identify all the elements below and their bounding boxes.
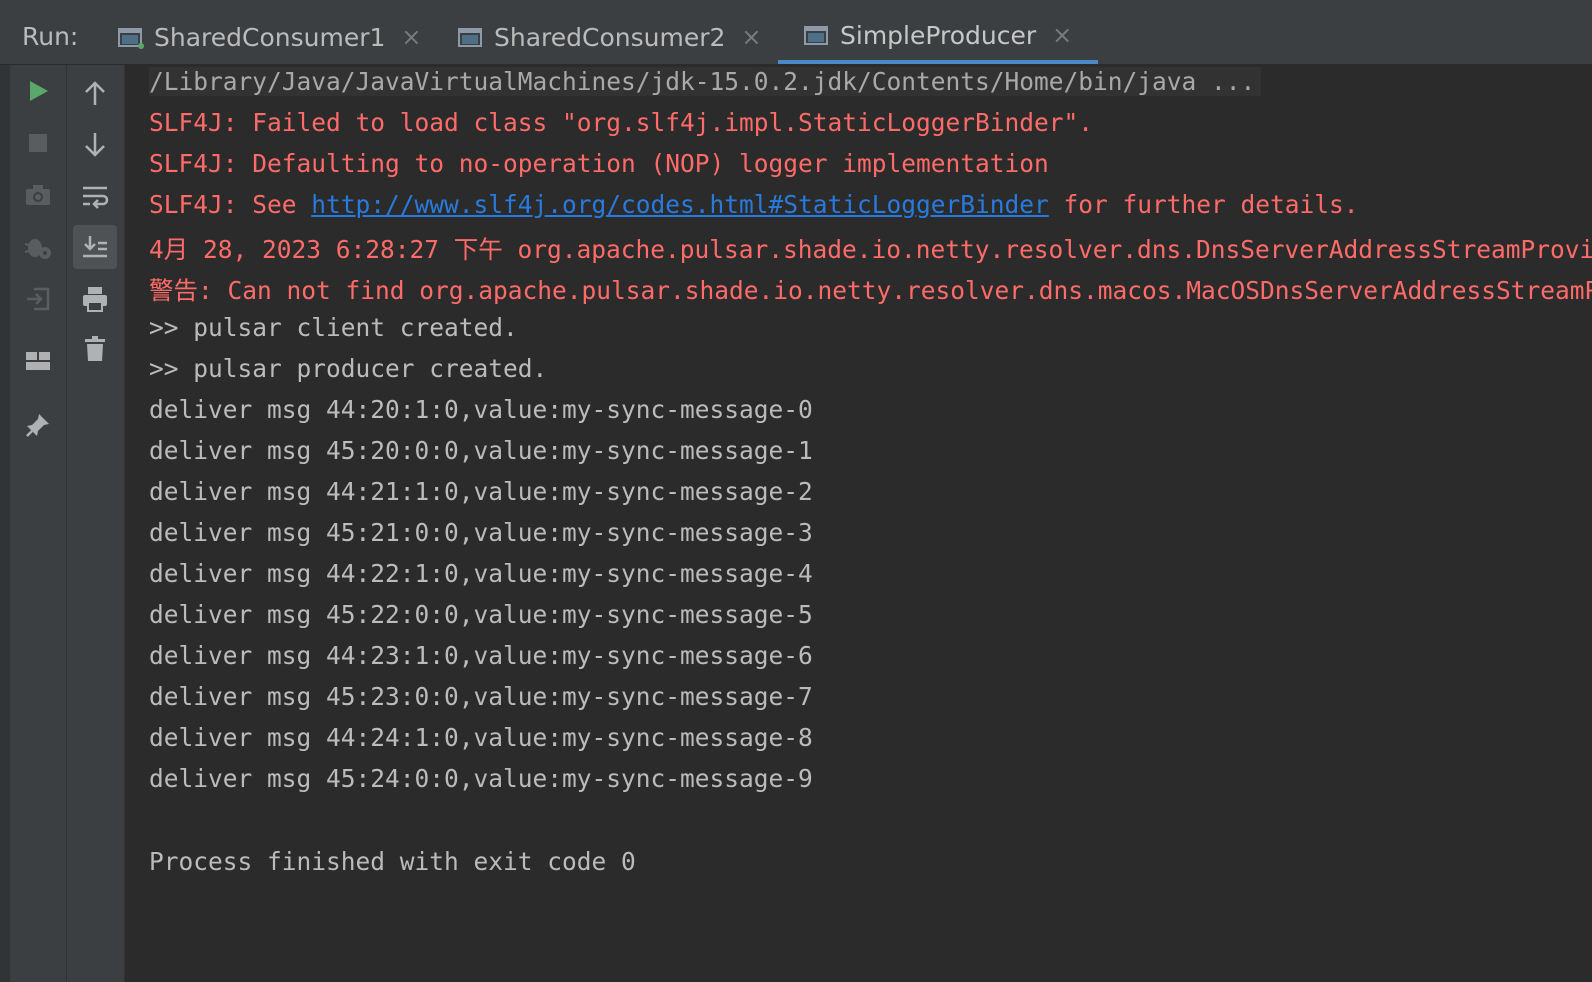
soft-wrap-icon: [83, 186, 109, 209]
tab-label: SharedConsumer2: [494, 22, 726, 52]
pin-tab-button[interactable]: [16, 403, 60, 447]
layout-button[interactable]: [16, 339, 60, 383]
restore-layout-button[interactable]: [16, 277, 60, 321]
soft-wrap-button[interactable]: [73, 175, 117, 219]
output-line: deliver msg 44:23:1:0,value:my-sync-mess…: [149, 641, 813, 670]
tab-label: SharedConsumer1: [154, 22, 386, 52]
up-stack-button[interactable]: [73, 71, 117, 115]
slf4j-link[interactable]: http://www.slf4j.org/codes.html#StaticLo…: [311, 190, 1049, 219]
arrow-down-icon: [85, 133, 105, 157]
login-icon: [27, 287, 50, 311]
output-line: deliver msg 45:23:0:0,value:my-sync-mess…: [149, 682, 813, 711]
application-window-icon: [804, 24, 830, 46]
print-icon: [83, 287, 107, 312]
stop-button[interactable]: [16, 121, 60, 165]
console-output[interactable]: /Library/Java/JavaVirtualMachines/jdk-15…: [125, 65, 1592, 982]
tab-sharedconsumer2[interactable]: SharedConsumer2 ×: [458, 10, 762, 64]
clear-all-button[interactable]: [73, 327, 117, 371]
pin-icon: [26, 414, 49, 437]
run-tab-bar: Run: SharedConsumer1 × SharedConsumer2 ×: [0, 10, 1592, 65]
rerun-button[interactable]: [16, 69, 60, 113]
output-line: deliver msg 44:21:1:0,value:my-sync-mess…: [149, 477, 813, 506]
close-icon[interactable]: ×: [741, 23, 761, 51]
error-line: SLF4J: See http://www.slf4j.org/codes.ht…: [149, 190, 1359, 219]
close-icon[interactable]: ×: [401, 23, 421, 51]
scroll-to-end-button[interactable]: [73, 225, 117, 269]
tab-simpleproducer[interactable]: SimpleProducer ×: [778, 10, 1099, 64]
error-line: 警告: Can not find org.apache.pulsar.shade…: [149, 276, 1592, 305]
error-line: SLF4J: Defaulting to no-operation (NOP) …: [149, 149, 1049, 178]
arrow-up-icon: [85, 81, 105, 105]
output-line: deliver msg 44:24:1:0,value:my-sync-mess…: [149, 723, 813, 752]
error-line: SLF4J: Failed to load class "org.slf4j.i…: [149, 108, 1094, 137]
error-line: 4月 28, 2023 6:28:27 下午 org.apache.pulsar…: [149, 235, 1592, 264]
dump-threads-button[interactable]: [16, 173, 60, 217]
output-line: deliver msg 44:20:1:0,value:my-sync-mess…: [149, 395, 813, 424]
command-line: /Library/Java/JavaVirtualMachines/jdk-15…: [149, 67, 1262, 96]
layout-icon: [26, 352, 50, 370]
play-icon: [30, 81, 48, 101]
output-line: deliver msg 45:24:0:0,value:my-sync-mess…: [149, 764, 813, 793]
debug-settings-icon: [24, 239, 51, 259]
camera-icon: [26, 185, 50, 205]
output-line: deliver msg 44:22:1:0,value:my-sync-mess…: [149, 559, 813, 588]
application-window-icon: [118, 26, 144, 49]
console-actions-toolbar: [67, 65, 125, 982]
debug-settings-button[interactable]: [16, 225, 60, 269]
down-stack-button[interactable]: [73, 123, 117, 167]
trash-icon: [85, 336, 105, 361]
application-window-icon: [458, 26, 484, 48]
run-label: Run:: [22, 22, 79, 51]
close-icon[interactable]: ×: [1052, 21, 1072, 49]
tab-label: SimpleProducer: [840, 20, 1037, 50]
run-actions-toolbar: [0, 65, 67, 982]
output-line: >> pulsar producer created.: [149, 354, 548, 383]
scroll-to-end-icon: [83, 236, 107, 258]
output-line: deliver msg 45:21:0:0,value:my-sync-mess…: [149, 518, 813, 547]
stop-icon: [29, 134, 47, 152]
output-line: deliver msg 45:22:0:0,value:my-sync-mess…: [149, 600, 813, 629]
output-line: deliver msg 45:20:0:0,value:my-sync-mess…: [149, 436, 813, 465]
exit-line: Process finished with exit code 0: [149, 847, 636, 876]
tab-sharedconsumer1[interactable]: SharedConsumer1 ×: [118, 10, 422, 64]
print-button[interactable]: [73, 277, 117, 321]
output-line: >> pulsar client created.: [149, 313, 518, 342]
